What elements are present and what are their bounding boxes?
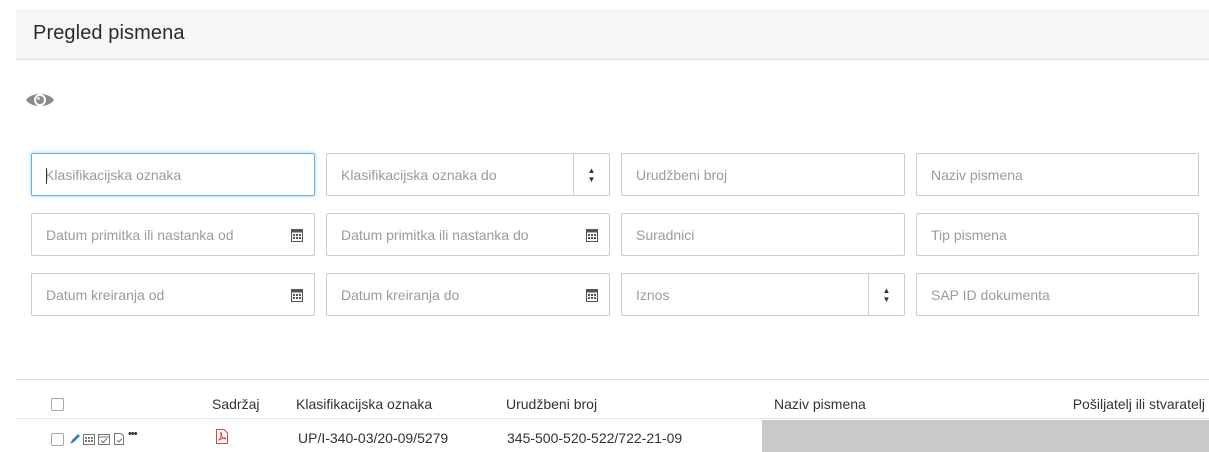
column-header-klasifikacijska-oznaka[interactable]: Klasifikacijska oznaka bbox=[296, 396, 432, 412]
document-icon[interactable] bbox=[113, 432, 125, 450]
column-header-posiljatelj[interactable]: Pošiljatelj ili stvaratelj bbox=[1073, 396, 1205, 412]
column-header-sadrzaj[interactable]: Sadržaj bbox=[212, 396, 259, 412]
naziv-pismena-field[interactable] bbox=[916, 153, 1199, 196]
calendar-icon[interactable] bbox=[573, 214, 610, 255]
datum-kreiranja-do-field[interactable] bbox=[326, 273, 610, 316]
calendar-icon[interactable] bbox=[83, 432, 95, 450]
table-row[interactable]: ••• UP/I-340-03/20-09/5279 345-500-520-5… bbox=[16, 420, 1209, 452]
row-checkbox[interactable] bbox=[51, 433, 64, 446]
iznos-field[interactable]: ▲▼ bbox=[621, 273, 905, 316]
eye-icon[interactable] bbox=[25, 90, 55, 110]
tip-pismena-field[interactable] bbox=[916, 213, 1199, 256]
iznos-input[interactable] bbox=[622, 274, 868, 315]
cell-klasifikacijska-oznaka: UP/I-340-03/20-09/5279 bbox=[298, 430, 449, 446]
page-title: Pregled pismena bbox=[33, 22, 185, 44]
suradnici-input[interactable] bbox=[622, 214, 904, 255]
tip-pismena-input[interactable] bbox=[917, 214, 1198, 255]
datum-kreiranja-od-input[interactable] bbox=[32, 274, 278, 315]
klasifikacijska-oznaka-do-field[interactable]: ▲▼ bbox=[326, 153, 610, 196]
cell-naziv-pismena bbox=[762, 420, 1209, 452]
more-options-icon[interactable]: ••• bbox=[128, 428, 138, 440]
sap-id-field[interactable] bbox=[916, 273, 1199, 316]
suradnici-field[interactable] bbox=[621, 213, 905, 256]
datum-primitka-do-input[interactable] bbox=[327, 214, 573, 255]
column-header-naziv-pismena[interactable]: Naziv pismena bbox=[774, 396, 866, 412]
text-caret bbox=[46, 168, 47, 184]
klasifikacijska-oznaka-input[interactable] bbox=[32, 154, 314, 195]
datum-primitka-od-input[interactable] bbox=[32, 214, 278, 255]
select-all-checkbox[interactable] bbox=[51, 398, 64, 411]
klasifikacijska-oznaka-do-input[interactable] bbox=[327, 154, 573, 195]
datum-primitka-od-field[interactable] bbox=[31, 213, 315, 256]
sap-id-input[interactable] bbox=[917, 274, 1198, 315]
calendar-icon[interactable] bbox=[278, 274, 315, 315]
naziv-pismena-input[interactable] bbox=[917, 154, 1198, 195]
pdf-icon[interactable] bbox=[216, 429, 228, 449]
cell-urudzbeni-broj: 345-500-520-522/722-21-09 bbox=[507, 430, 683, 446]
page-header: Pregled pismena bbox=[16, 9, 1209, 60]
datum-kreiranja-od-field[interactable] bbox=[31, 273, 315, 316]
spinner-icon[interactable]: ▲ ▼ bbox=[573, 154, 609, 195]
datum-primitka-do-field[interactable] bbox=[326, 213, 610, 256]
calendar-icon[interactable] bbox=[573, 274, 610, 315]
klasifikacijska-oznaka-field[interactable] bbox=[31, 153, 315, 196]
calendar-check-icon[interactable] bbox=[98, 432, 110, 450]
urudzbeni-broj-input[interactable] bbox=[622, 154, 904, 195]
table-header: Sadržaj Klasifikacijska oznaka Urudžbeni… bbox=[16, 379, 1209, 419]
urudzbeni-broj-field[interactable] bbox=[621, 153, 905, 196]
column-header-urudzbeni-broj[interactable]: Urudžbeni broj bbox=[506, 396, 597, 412]
spinner-icon[interactable]: ▲ ▼ bbox=[868, 274, 904, 315]
datum-kreiranja-do-input[interactable] bbox=[327, 274, 573, 315]
pencil-icon[interactable] bbox=[69, 432, 81, 450]
calendar-icon[interactable] bbox=[278, 214, 315, 255]
